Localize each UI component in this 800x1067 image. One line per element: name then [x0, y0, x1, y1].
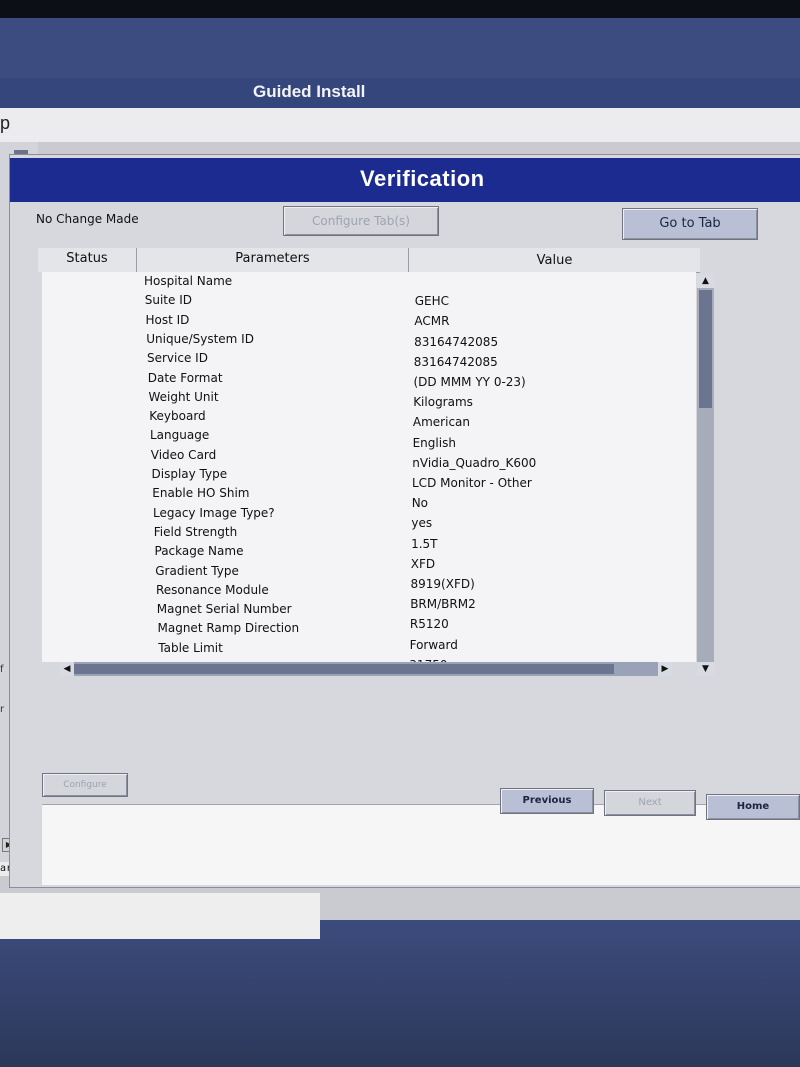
table-row[interactable]: Video Card nVidia_Quadro_K600: [42, 447, 696, 470]
go-to-tab-button[interactable]: Go to Tab: [622, 208, 758, 240]
scrollbar-thumb[interactable]: [74, 664, 614, 674]
row-parameter: Keyboard: [149, 409, 206, 424]
table-horizontal-scrollbar[interactable]: ◀ ▶: [60, 662, 672, 676]
row-parameter: Display Type: [151, 467, 228, 481]
row-parameter: Field Strength: [153, 524, 238, 539]
arrow-right-icon[interactable]: ▶: [658, 662, 672, 676]
monitor-bezel: [0, 0, 800, 20]
dialog-title: Verification: [360, 166, 485, 191]
side-label: f: [0, 664, 4, 675]
message-area: [42, 804, 800, 885]
table-row[interactable]: Package Name XFD: [42, 544, 696, 571]
row-value: ACMR: [414, 314, 450, 329]
menu-bar: [0, 108, 800, 142]
table-row[interactable]: Magnet Serial Number R5120: [42, 602, 696, 631]
table-row[interactable]: Table Limit31750: [42, 640, 696, 672]
change-status-message: No Change Made: [36, 212, 139, 226]
row-parameter: Language: [150, 428, 210, 443]
menu-item-partial[interactable]: p: [0, 113, 10, 134]
table-row[interactable]: Service ID 83164742085: [42, 351, 696, 371]
arrow-down-icon[interactable]: ▼: [697, 662, 714, 676]
taskbar-panel: [0, 893, 320, 939]
table-row[interactable]: Gradient Type 8919(XFD): [42, 563, 696, 592]
table-row[interactable]: Host ID ACMR: [42, 313, 696, 333]
column-header-status[interactable]: Status: [38, 248, 137, 272]
row-parameter: Date Format: [147, 370, 223, 385]
table-row[interactable]: Keyboard American: [42, 409, 696, 429]
row-value: 83164742085: [413, 354, 498, 369]
row-parameter: Magnet Serial Number: [156, 602, 292, 617]
home-button[interactable]: Home: [706, 794, 800, 820]
window-title: Guided Install: [253, 82, 366, 101]
row-parameter: Legacy Image Type?: [153, 505, 275, 520]
row-parameter: Magnet Ramp Direction: [157, 621, 300, 636]
row-parameter: Suite ID: [144, 293, 192, 308]
row-parameter: Resonance Module: [156, 582, 269, 597]
window-title-bar: [0, 78, 800, 108]
column-header-parameters[interactable]: Parameters: [137, 248, 409, 272]
row-value: (DD MMM YY 0-23): [413, 375, 526, 389]
row-parameter: Hospital Name: [144, 274, 233, 288]
table-row[interactable]: Magnet Ramp Direction Forward: [42, 621, 696, 651]
table-row[interactable]: Legacy Image Type? yes: [42, 505, 696, 531]
row-parameter: Service ID: [147, 351, 208, 366]
row-parameter: Package Name: [154, 544, 244, 559]
configure-tabs-button[interactable]: Configure Tab(s): [283, 206, 439, 236]
row-parameter: Table Limit: [158, 640, 223, 655]
parameters-table: Hospital Name Suite ID GEHC Host ID ACMR Uniq…: [42, 272, 696, 672]
next-button[interactable]: Next: [604, 790, 696, 816]
table-row[interactable]: Language English: [42, 428, 696, 449]
arrow-up-icon[interactable]: ▲: [697, 274, 714, 288]
row-parameter: Unique/System ID: [146, 331, 254, 346]
table-row[interactable]: Weight Unit Kilograms: [42, 390, 696, 410]
table-row[interactable]: Unique/System ID 83164742085: [42, 332, 696, 352]
previous-button[interactable]: Previous: [500, 788, 594, 814]
table-row[interactable]: Display Type LCD Monitor - Other: [42, 467, 696, 490]
table-row[interactable]: Suite ID GEHC: [42, 293, 696, 313]
row-parameter: Weight Unit: [148, 389, 219, 404]
row-value: 83164742085: [414, 334, 499, 349]
row-parameter: Enable HO Shim: [152, 486, 250, 501]
table-vertical-scrollbar[interactable]: ▲ ▼: [697, 274, 714, 676]
scrollbar-thumb[interactable]: [699, 290, 712, 408]
table-row[interactable]: Enable HO Shim No: [42, 486, 696, 510]
table-row[interactable]: Hospital Name: [42, 274, 696, 294]
arrow-left-icon[interactable]: ◀: [60, 662, 74, 676]
row-value: Kilograms: [413, 395, 473, 410]
row-parameter: Host ID: [145, 312, 190, 327]
table-row[interactable]: Date Format (DD MMM YY 0-23): [42, 371, 696, 391]
table-header: Status Parameters Value: [38, 248, 700, 273]
table-row[interactable]: Field Strength 1.5T: [42, 524, 696, 551]
table-row[interactable]: Resonance Module BRM/BRM2: [42, 582, 696, 611]
row-parameter: Gradient Type: [155, 563, 239, 578]
row-value: American: [412, 415, 470, 430]
column-header-value[interactable]: Value: [409, 248, 700, 272]
configure-button[interactable]: Configure: [42, 773, 128, 797]
row-parameter: Video Card: [150, 447, 217, 462]
side-label: r: [0, 704, 5, 715]
row-value: GEHC: [414, 294, 449, 309]
